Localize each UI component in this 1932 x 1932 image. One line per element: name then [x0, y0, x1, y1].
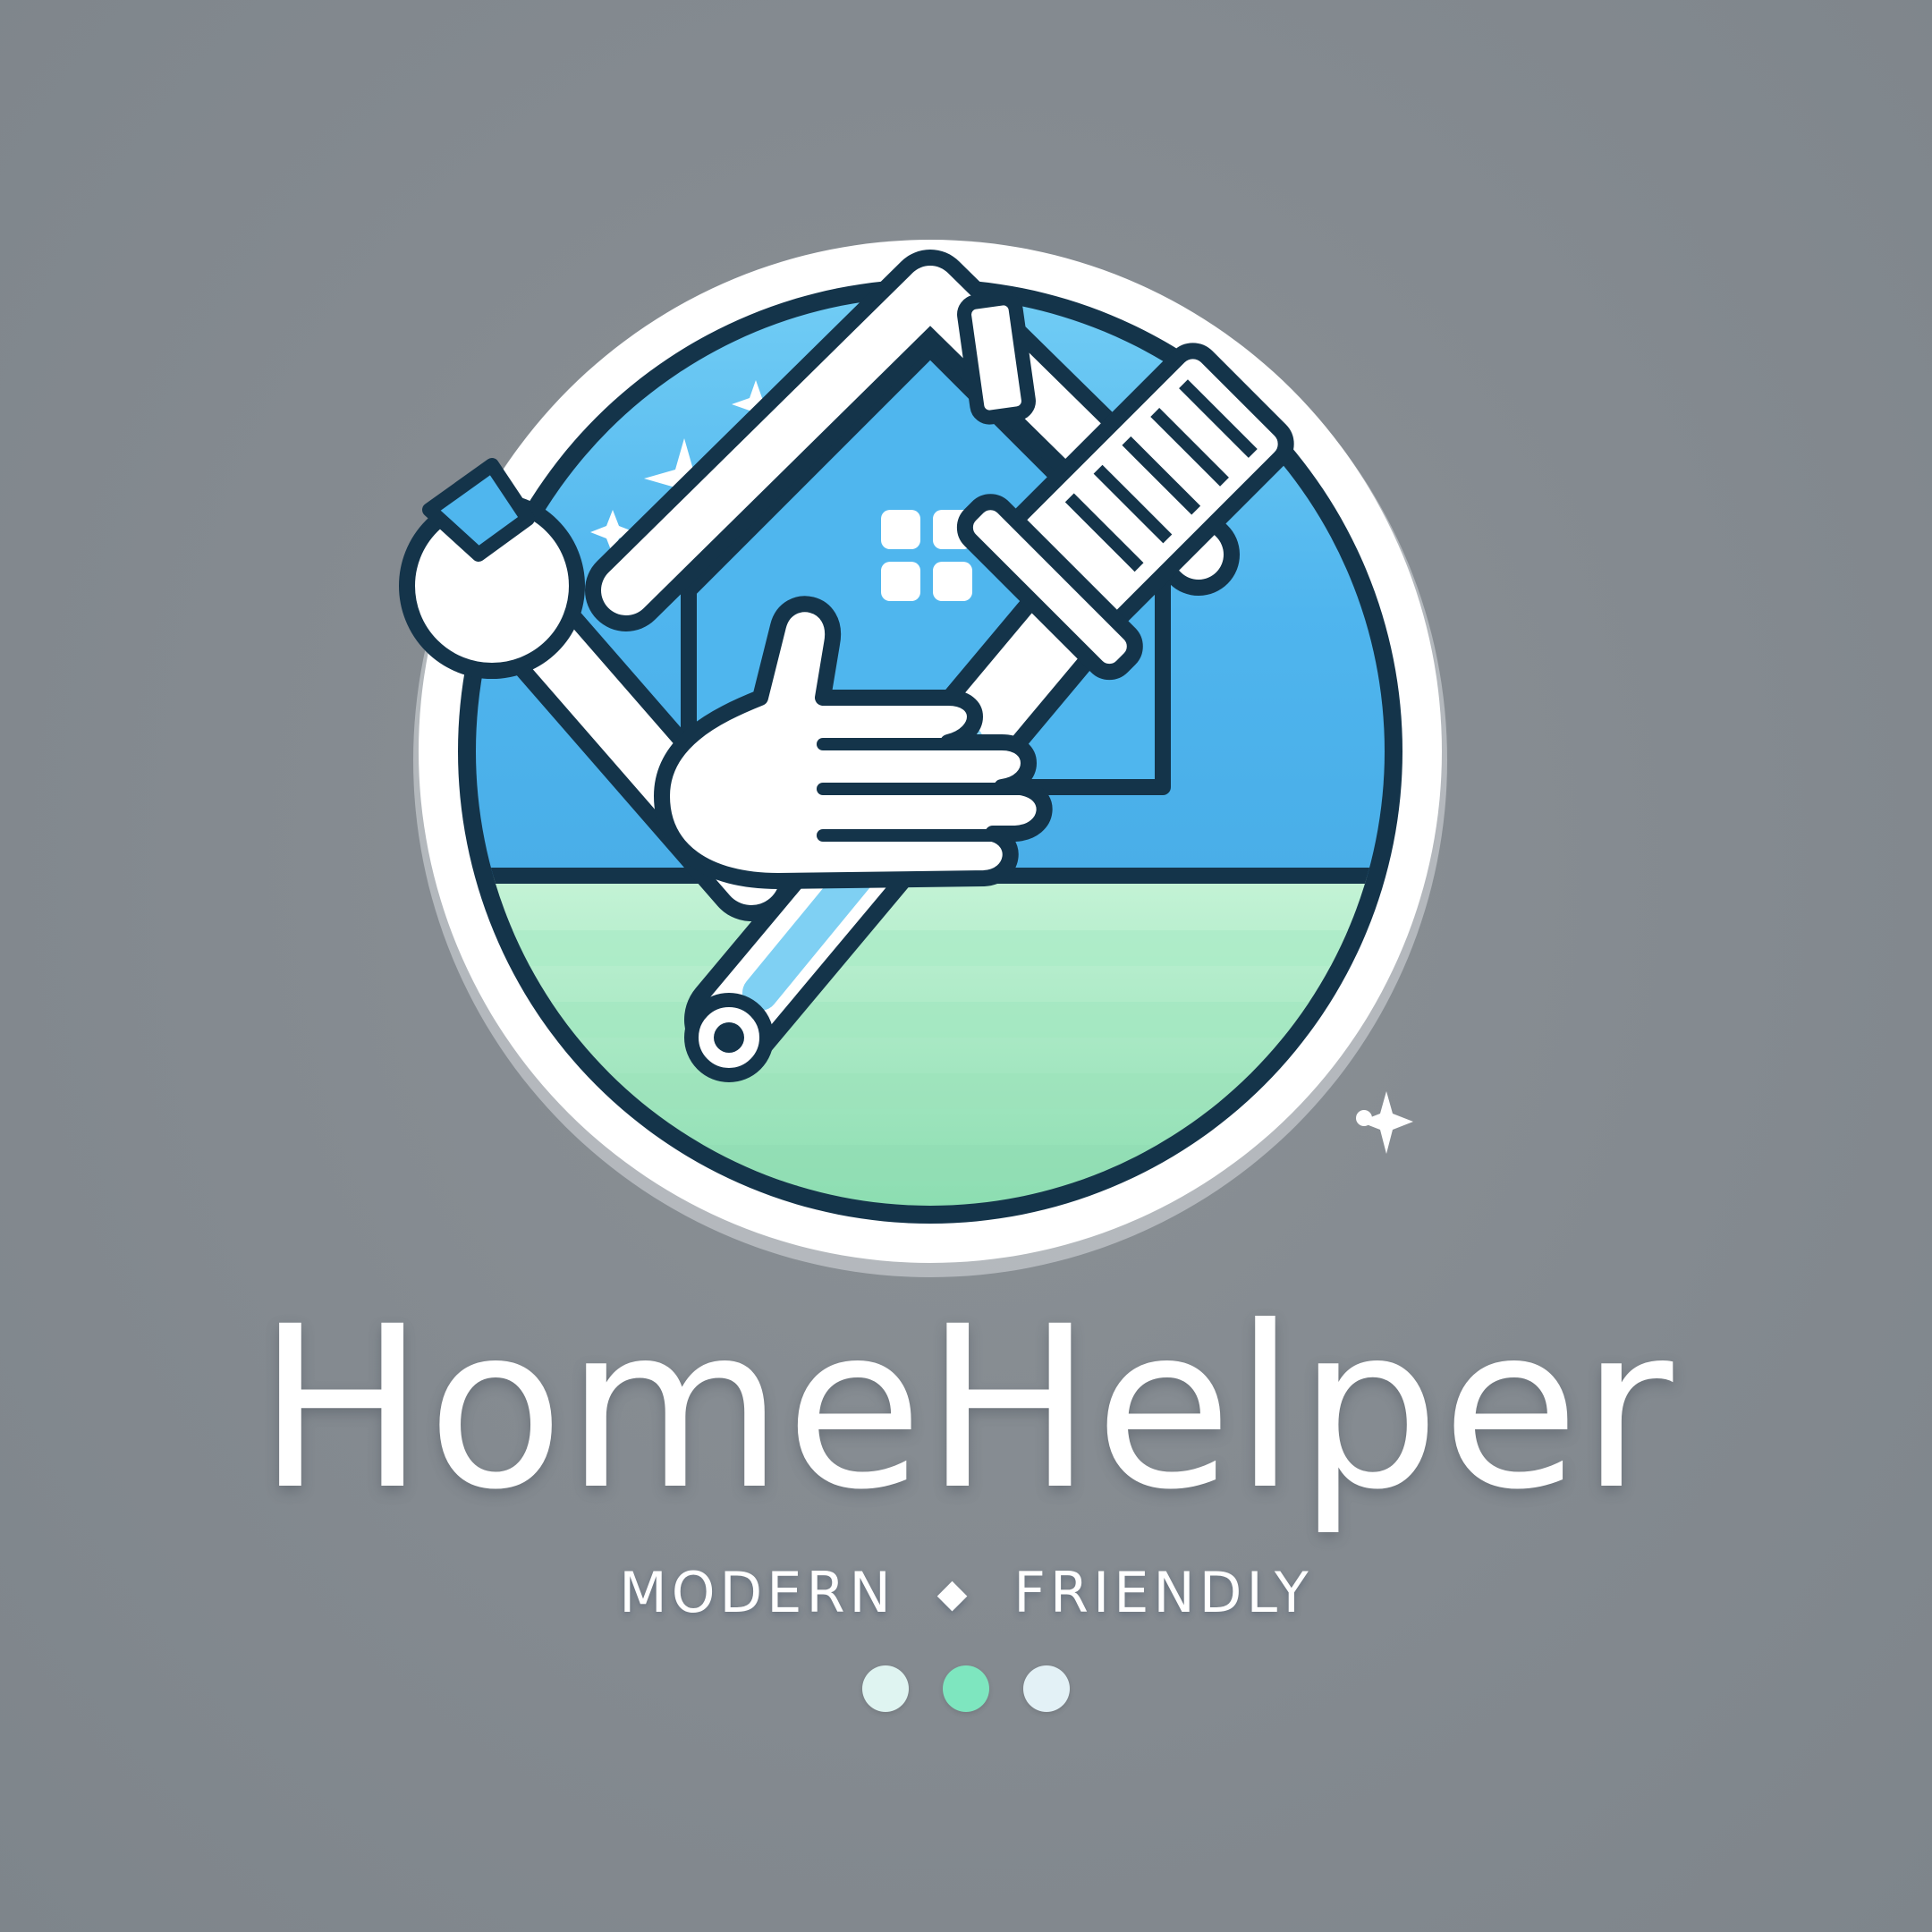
- tagline-left: MODERN: [619, 1560, 895, 1625]
- decorative-dots: [0, 1665, 1932, 1712]
- dot-middle: [943, 1665, 989, 1712]
- tagline-right: FRIENDLY: [1013, 1560, 1313, 1625]
- dot-left: [862, 1665, 909, 1712]
- logo: HomeHelper MODERN ◆ FRIENDLY: [0, 0, 1932, 1932]
- house-with-tools-icon: [394, 215, 1467, 1288]
- tagline-separator: ◆: [936, 1571, 972, 1616]
- sparkle-icon: [1356, 1091, 1413, 1154]
- brand-name: HomeHelper: [257, 1278, 1675, 1538]
- dot-right: [1023, 1665, 1070, 1712]
- tagline: MODERN ◆ FRIENDLY: [0, 1565, 1932, 1621]
